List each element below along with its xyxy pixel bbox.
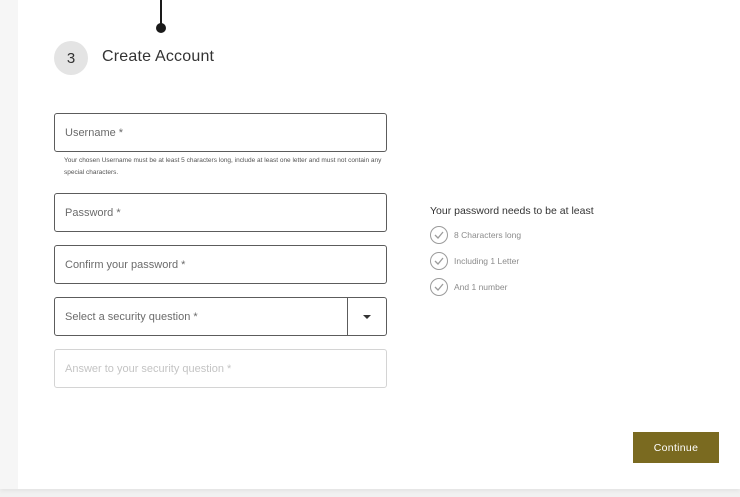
- password-rule-item: 8 Characters long: [430, 226, 521, 244]
- password-input[interactable]: Password *: [54, 193, 387, 232]
- password-rule-label: And 1 number: [454, 282, 508, 292]
- create-account-card: 3 Create Account Username * Your chosen …: [0, 0, 740, 489]
- left-margin: [0, 0, 18, 489]
- security-answer-placeholder: Answer to your security question *: [65, 362, 232, 375]
- step-connector-dot: [156, 23, 166, 33]
- password-rule-label: Including 1 Letter: [454, 256, 520, 266]
- password-rule-item: Including 1 Letter: [430, 252, 519, 270]
- chevron-down-icon: [363, 314, 371, 319]
- step-number-badge: 3: [54, 41, 88, 75]
- check-circle-icon: [430, 226, 448, 244]
- step-title: Create Account: [102, 48, 215, 65]
- password-rule-label: 8 Characters long: [454, 230, 522, 240]
- dropdown-toggle[interactable]: [348, 298, 386, 335]
- username-placeholder: Username *: [65, 126, 124, 139]
- security-question-placeholder: Select a security question *: [65, 310, 198, 323]
- password-rules-title: Your password needs to be at least: [430, 205, 594, 217]
- password-rule-item: And 1 number: [430, 278, 507, 296]
- username-hint: Your chosen Username must be at least 5 …: [64, 157, 382, 176]
- continue-button[interactable]: Continue: [633, 432, 719, 463]
- check-circle-icon: [430, 278, 448, 296]
- check-circle-icon: [430, 252, 448, 270]
- security-question-select[interactable]: Select a security question *: [54, 297, 387, 336]
- security-answer-input[interactable]: Answer to your security question *: [54, 349, 387, 388]
- username-input[interactable]: Username *: [54, 113, 387, 152]
- password-placeholder: Password *: [65, 206, 121, 219]
- confirm-password-input[interactable]: Confirm your password *: [54, 245, 387, 284]
- confirm-password-placeholder: Confirm your password *: [65, 258, 186, 271]
